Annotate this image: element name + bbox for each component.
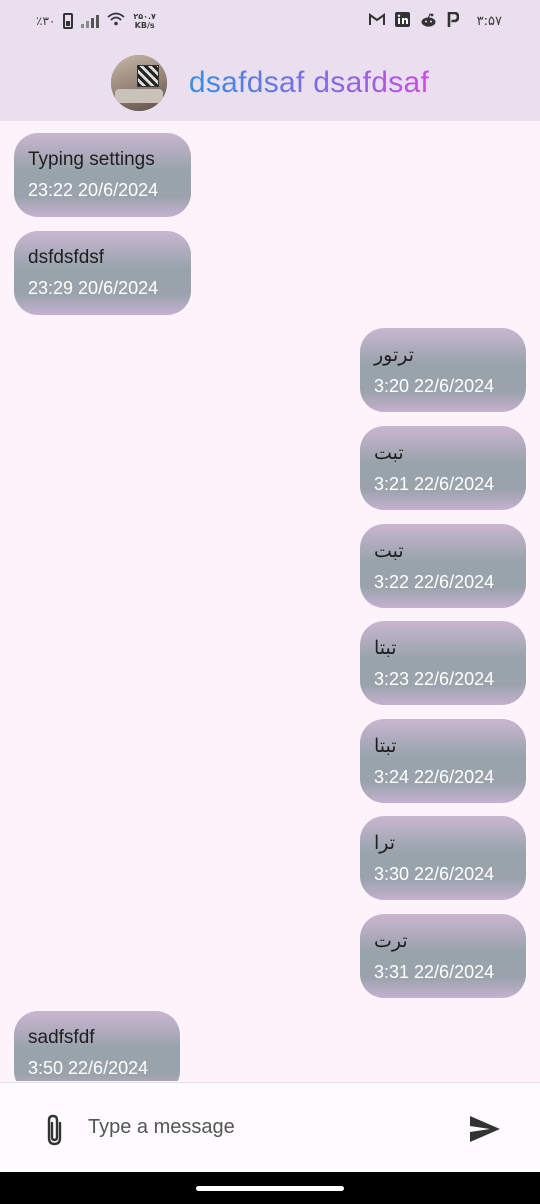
message-time: 3:20 22/6/2024 <box>374 376 495 396</box>
message-time: 3:24 22/6/2024 <box>374 767 495 787</box>
avatar[interactable] <box>110 54 167 111</box>
message-bubble-outgoing[interactable]: تبتا 3:24 22/6/2024 <box>360 719 526 803</box>
battery-percent: ٪۳۰ <box>36 14 56 28</box>
message-time: 3:31 22/6/2024 <box>374 962 495 982</box>
message-input[interactable] <box>88 1107 448 1147</box>
home-indicator[interactable] <box>196 1186 344 1191</box>
net-speed-value: ۲۵۰.۷ <box>133 12 156 21</box>
message-bubble-incoming[interactable]: dsfdsfdsf 23:29 20/6/2024 <box>14 231 191 315</box>
net-speed-unit: KB/s <box>134 21 155 30</box>
paperclip-icon <box>47 1114 62 1146</box>
contact-name[interactable]: dsafdsaf dsafdsaf <box>189 66 429 100</box>
message-bubble-outgoing[interactable]: ترا 3:30 22/6/2024 <box>360 816 526 900</box>
message-bubble-incoming[interactable]: sadfsfdf 3:50 22/6/2024 <box>14 1011 180 1081</box>
message-bubble-incoming[interactable]: Typing settings 23:22 20/6/2024 <box>14 133 191 217</box>
message-time: 23:22 20/6/2024 <box>28 180 159 200</box>
message-bubble-outgoing[interactable]: تبت 3:22 22/6/2024 <box>360 524 526 608</box>
message-time: 3:23 22/6/2024 <box>374 669 495 689</box>
message-time: 3:22 22/6/2024 <box>374 572 495 592</box>
message-text: تبتا <box>374 638 397 659</box>
gmail-icon <box>368 13 385 30</box>
reddit-icon <box>420 12 437 31</box>
attach-button[interactable] <box>40 1113 70 1147</box>
send-icon <box>470 1116 500 1142</box>
message-bubble-outgoing[interactable]: تبتا 3:23 22/6/2024 <box>360 621 526 705</box>
message-list[interactable]: Typing settings 23:22 20/6/2024 dsfdsfds… <box>0 121 540 1081</box>
app-bar: dsafdsaf dsafdsaf <box>0 44 540 121</box>
status-left: ٪۳۰ ۲۵۰.۷ KB/s <box>36 12 156 30</box>
message-text: تبت <box>374 443 404 464</box>
message-text: ترا <box>374 833 396 854</box>
p-icon <box>447 11 459 31</box>
message-text: dsfdsfdsf <box>28 247 105 268</box>
message-text: Typing settings <box>28 149 155 170</box>
wifi-icon <box>107 12 125 30</box>
system-nav-bar <box>0 1172 540 1204</box>
message-text: ترتور <box>374 345 415 366</box>
send-button[interactable] <box>468 1113 502 1145</box>
status-right: ۳:۵۷ <box>368 11 502 31</box>
net-speed: ۲۵۰.۷ KB/s <box>133 12 156 30</box>
message-bubble-outgoing[interactable]: ترت 3:31 22/6/2024 <box>360 914 526 998</box>
message-time: 3:21 22/6/2024 <box>374 474 495 494</box>
message-time: 3:30 22/6/2024 <box>374 864 495 884</box>
message-time: 23:29 20/6/2024 <box>28 278 159 298</box>
message-bubble-outgoing[interactable]: تبت 3:21 22/6/2024 <box>360 426 526 510</box>
battery-icon <box>63 13 74 29</box>
message-bubble-outgoing[interactable]: ترتور 3:20 22/6/2024 <box>360 328 526 412</box>
message-text: sadfsfdf <box>28 1027 95 1048</box>
composer-bar <box>0 1082 540 1172</box>
linkedin-icon <box>394 12 410 31</box>
message-text: ترت <box>374 931 408 952</box>
message-time: 3:50 22/6/2024 <box>28 1058 149 1078</box>
message-text: تبتا <box>374 736 397 757</box>
clock: ۳:۵۷ <box>476 14 502 29</box>
status-bar: ٪۳۰ ۲۵۰.۷ KB/s ۳:۵۷ <box>0 0 540 44</box>
signal-icon <box>81 14 100 28</box>
message-text: تبت <box>374 541 404 562</box>
